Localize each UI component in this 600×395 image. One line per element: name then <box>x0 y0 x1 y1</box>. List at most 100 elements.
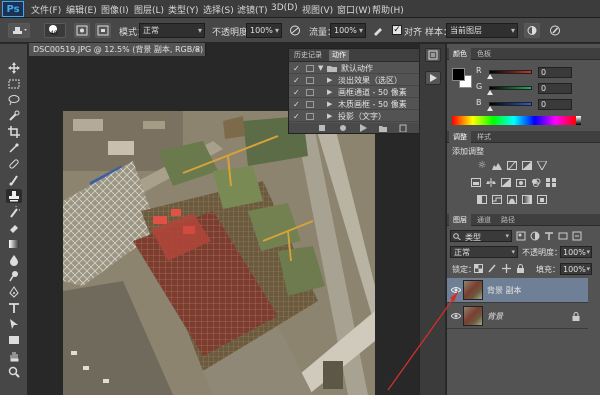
layer-name[interactable]: 背景 副本 <box>487 285 522 296</box>
eye-icon[interactable] <box>451 312 461 320</box>
record-icon[interactable] <box>339 124 347 132</box>
blue-value-field[interactable]: 0 <box>538 99 572 110</box>
opacity-field[interactable]: 100% <box>246 23 282 38</box>
blur-tool-icon[interactable] <box>6 253 22 267</box>
menu-window[interactable]: 窗口(W) <box>337 3 371 16</box>
tab-channels[interactable]: 通道 <box>473 214 495 226</box>
layer-row-background[interactable]: 背景 <box>447 304 588 329</box>
move-tool-icon[interactable] <box>6 61 22 75</box>
lock-position-icon[interactable] <box>502 264 511 273</box>
red-value-field[interactable]: 0 <box>538 67 572 78</box>
menu-file[interactable]: 文件(F) <box>31 3 61 16</box>
menu-view[interactable]: 视图(V) <box>302 3 333 16</box>
tab-styles[interactable]: 样式 <box>473 131 495 143</box>
menu-layer[interactable]: 图层(L) <box>134 3 164 16</box>
threshold-icon[interactable] <box>506 194 518 205</box>
layer-name[interactable]: 背景 <box>487 311 503 322</box>
action-row[interactable]: ✓ ▶ 木质画框 - 50 像素 <box>289 99 439 110</box>
clone-source-icon[interactable] <box>95 23 111 38</box>
history-panel-icon[interactable] <box>425 48 441 62</box>
flow-field[interactable]: 100% <box>330 23 366 38</box>
slider-marker[interactable] <box>487 90 493 95</box>
dialog-toggle-icon[interactable] <box>306 89 314 96</box>
invert-icon[interactable] <box>476 194 488 205</box>
lock-all-icon[interactable] <box>516 264 525 273</box>
sample-select[interactable]: 当前图层 <box>446 23 518 38</box>
airbrush-icon[interactable] <box>370 23 386 38</box>
close-icon[interactable]: × <box>194 43 201 56</box>
slider-marker[interactable] <box>487 74 493 79</box>
rectangle-tool-icon[interactable] <box>6 333 22 347</box>
expand-arrow-icon[interactable]: ▼ <box>318 63 323 74</box>
gradient-tool-icon[interactable] <box>6 237 22 251</box>
hand-tool-icon[interactable] <box>6 349 22 363</box>
curves-icon[interactable] <box>506 160 518 171</box>
tab-layers[interactable]: 图层 <box>449 214 471 226</box>
type-tool-icon[interactable] <box>6 301 22 315</box>
pen-tool-icon[interactable] <box>6 285 22 299</box>
zoom-tool-icon[interactable] <box>6 365 22 379</box>
layer-row-background-copy[interactable]: 背景 副本 <box>447 278 588 303</box>
action-row[interactable]: ✓ ▶ 画框通道 - 50 像素 <box>289 87 439 98</box>
clone-stamp-preset-icon[interactable] <box>8 23 30 38</box>
hue-saturation-icon[interactable] <box>470 177 482 188</box>
eye-icon[interactable] <box>451 286 461 294</box>
toggle-check[interactable]: ✓ <box>293 99 300 110</box>
tab-color[interactable]: 颜色 <box>449 48 471 60</box>
color-spectrum-bar[interactable] <box>452 116 576 125</box>
toggle-check[interactable]: ✓ <box>293 111 300 122</box>
photo-filter-icon[interactable] <box>515 177 527 188</box>
mode-select[interactable]: 正常 <box>139 23 205 38</box>
expand-arrow-icon[interactable]: ▶ <box>327 75 332 86</box>
tab-adjustments[interactable]: 调整 <box>449 131 471 143</box>
black-white-icon[interactable] <box>500 177 512 188</box>
eraser-tool-icon[interactable] <box>6 221 22 235</box>
foreground-color-swatch[interactable] <box>452 68 465 81</box>
tab-swatches[interactable]: 色板 <box>473 48 495 60</box>
history-brush-tool-icon[interactable] <box>6 205 22 219</box>
crop-tool-icon[interactable] <box>6 125 22 139</box>
filter-shape-icon[interactable] <box>558 231 568 241</box>
menu-image[interactable]: 图像(I) <box>101 3 129 16</box>
lock-pixels-icon[interactable] <box>488 264 497 273</box>
red-slider[interactable] <box>487 70 532 79</box>
action-set-row[interactable]: ✓ ▼ 默认动作 <box>289 63 439 74</box>
tab-actions[interactable]: 动作 <box>329 50 349 61</box>
expand-arrow-icon[interactable]: ▶ <box>327 111 332 122</box>
brush-panel-icon[interactable] <box>74 23 90 38</box>
ignore-adjustment-layers-icon[interactable] <box>524 23 540 38</box>
actions-panel-icon[interactable] <box>425 71 441 85</box>
lock-transparent-icon[interactable] <box>474 264 483 273</box>
action-row[interactable]: ✓ ▶ 淡出效果（选区） <box>289 75 439 86</box>
expand-arrow-icon[interactable]: ▶ <box>327 99 332 110</box>
layer-opacity-field[interactable]: 100% ▾ <box>560 246 592 258</box>
toggle-check[interactable]: ✓ <box>293 87 300 98</box>
toggle-check[interactable]: ✓ <box>293 63 300 74</box>
filter-type-icon[interactable] <box>544 231 554 241</box>
dialog-toggle-icon[interactable] <box>306 77 314 84</box>
eyedropper-tool-icon[interactable] <box>6 141 22 155</box>
filter-pixel-icon[interactable] <box>516 231 526 241</box>
tab-paths[interactable]: 路径 <box>497 214 519 226</box>
action-row[interactable]: ✓ ▶ 投影（文字） <box>289 111 439 122</box>
stop-icon[interactable] <box>319 125 325 131</box>
pressure-opacity-icon[interactable] <box>287 23 303 38</box>
new-action-icon[interactable] <box>399 124 407 132</box>
color-balance-icon[interactable] <box>485 177 497 188</box>
menu-filter[interactable]: 滤镜(T) <box>237 3 268 16</box>
canvas-image[interactable] <box>63 111 375 395</box>
green-slider[interactable] <box>487 86 532 95</box>
selective-color-icon[interactable] <box>536 194 548 205</box>
gradient-map-icon[interactable] <box>521 194 533 205</box>
brush-tool-icon[interactable] <box>6 173 22 187</box>
color-lookup-icon[interactable] <box>545 177 557 188</box>
blend-mode-select[interactable]: 正常 ▾ <box>450 246 518 258</box>
channel-mixer-icon[interactable] <box>530 177 542 188</box>
green-value-field[interactable]: 0 <box>538 83 572 94</box>
lasso-tool-icon[interactable] <box>6 93 22 107</box>
tab-history[interactable]: 历史记录 <box>291 50 325 61</box>
dialog-toggle-icon[interactable] <box>306 113 314 120</box>
align-checkbox[interactable]: ✓ <box>392 25 402 35</box>
new-set-icon[interactable] <box>379 124 387 132</box>
slider-marker[interactable] <box>487 106 493 111</box>
